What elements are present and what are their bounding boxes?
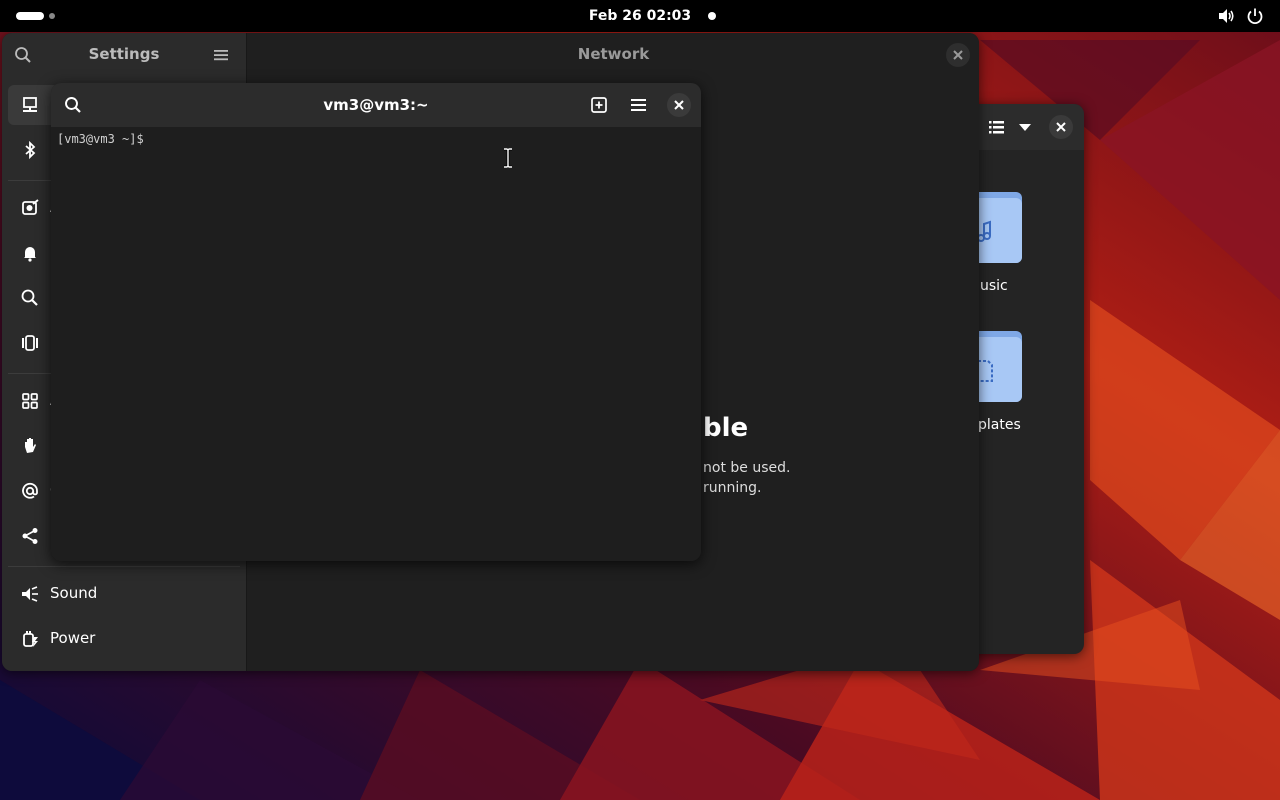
chevron-down-icon[interactable] — [1017, 119, 1033, 135]
privacy-icon — [25, 438, 36, 453]
settings-title: Settings — [88, 45, 160, 63]
search-icon[interactable] — [14, 46, 32, 64]
online-accounts-icon — [22, 482, 38, 499]
folder-label: usic — [980, 278, 1008, 294]
shell-prompt: [vm3@vm3 ~]$ — [57, 132, 151, 146]
workspace-dot[interactable] — [49, 13, 55, 19]
close-icon — [674, 100, 684, 110]
folder-label: plates — [978, 417, 1021, 433]
appearance-icon — [22, 199, 39, 215]
notification-dot[interactable] — [708, 12, 716, 20]
close-button[interactable] — [1049, 115, 1073, 139]
sound-icon — [22, 586, 38, 602]
menu-icon[interactable] — [213, 47, 229, 63]
search-icon[interactable] — [64, 96, 82, 114]
close-icon — [1056, 122, 1066, 132]
close-icon — [953, 50, 963, 60]
close-button[interactable] — [667, 93, 691, 117]
bluetooth-icon — [25, 140, 36, 160]
new-tab-icon[interactable] — [590, 96, 608, 114]
sidebar-item-label: Power — [50, 629, 96, 647]
sidebar-separator — [8, 566, 240, 567]
multitasking-icon — [22, 335, 38, 351]
terminal-output[interactable]: [vm3@vm3 ~]$ — [51, 127, 701, 561]
search-icon — [21, 289, 38, 306]
power-icon[interactable] — [1245, 6, 1265, 26]
page-title: Network — [577, 45, 650, 63]
list-view-icon[interactable] — [988, 118, 1006, 136]
unavailable-title: ble — [703, 413, 749, 443]
sidebar-item-sound[interactable]: Sound — [8, 574, 240, 614]
terminal-headerbar: vm3@vm3:~ — [51, 83, 701, 127]
top-bar: Feb 26 02:03 — [0, 0, 1280, 32]
terminal-window: vm3@vm3:~ [vm3@vm3 ~]$ — [51, 83, 701, 561]
sidebar-item-label: Sound — [50, 584, 98, 602]
volume-icon[interactable] — [1216, 6, 1236, 26]
unavailable-message: not be used. — [703, 460, 791, 476]
bell-icon — [24, 247, 36, 262]
power-icon — [23, 631, 38, 647]
close-button[interactable] — [946, 43, 970, 67]
unavailable-message: running. — [703, 480, 762, 496]
sidebar-item-power[interactable]: Power — [8, 619, 240, 659]
text-cursor-icon — [504, 148, 512, 168]
clock[interactable]: Feb 26 02:03 — [589, 8, 691, 24]
apps-icon — [22, 393, 38, 409]
share-icon — [22, 528, 38, 544]
menu-icon[interactable] — [630, 97, 647, 113]
activities-indicator[interactable] — [16, 12, 44, 20]
network-icon — [23, 97, 37, 112]
